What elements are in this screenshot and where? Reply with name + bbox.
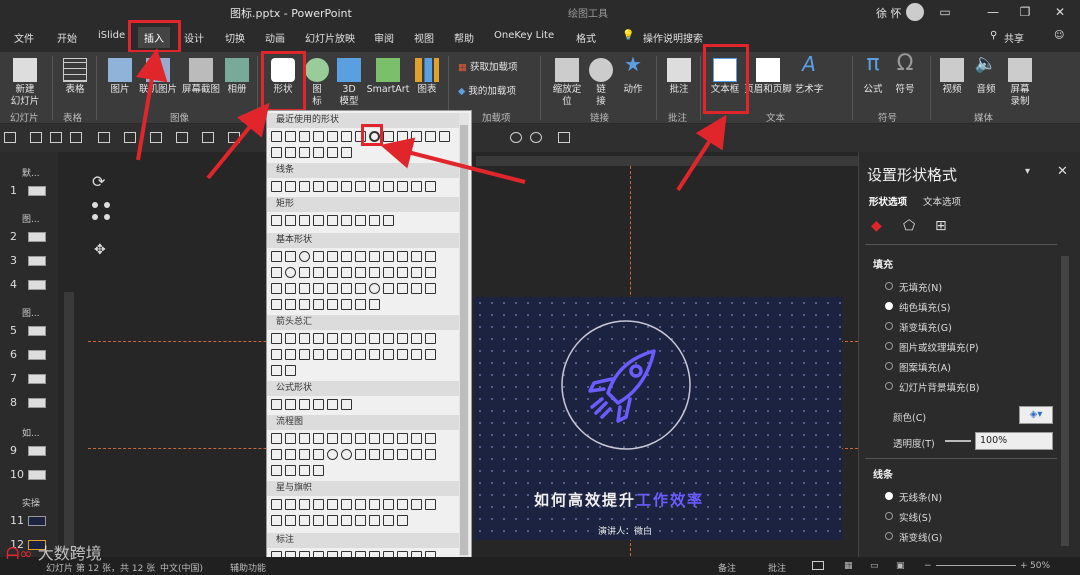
arrow-to-oval: [380, 137, 526, 184]
arrow-to-textbox: [676, 114, 727, 192]
annotation-arrows: [135, 48, 727, 192]
arrow-to-shapes: [206, 102, 270, 180]
arrow-to-insert-tab: [135, 48, 168, 161]
